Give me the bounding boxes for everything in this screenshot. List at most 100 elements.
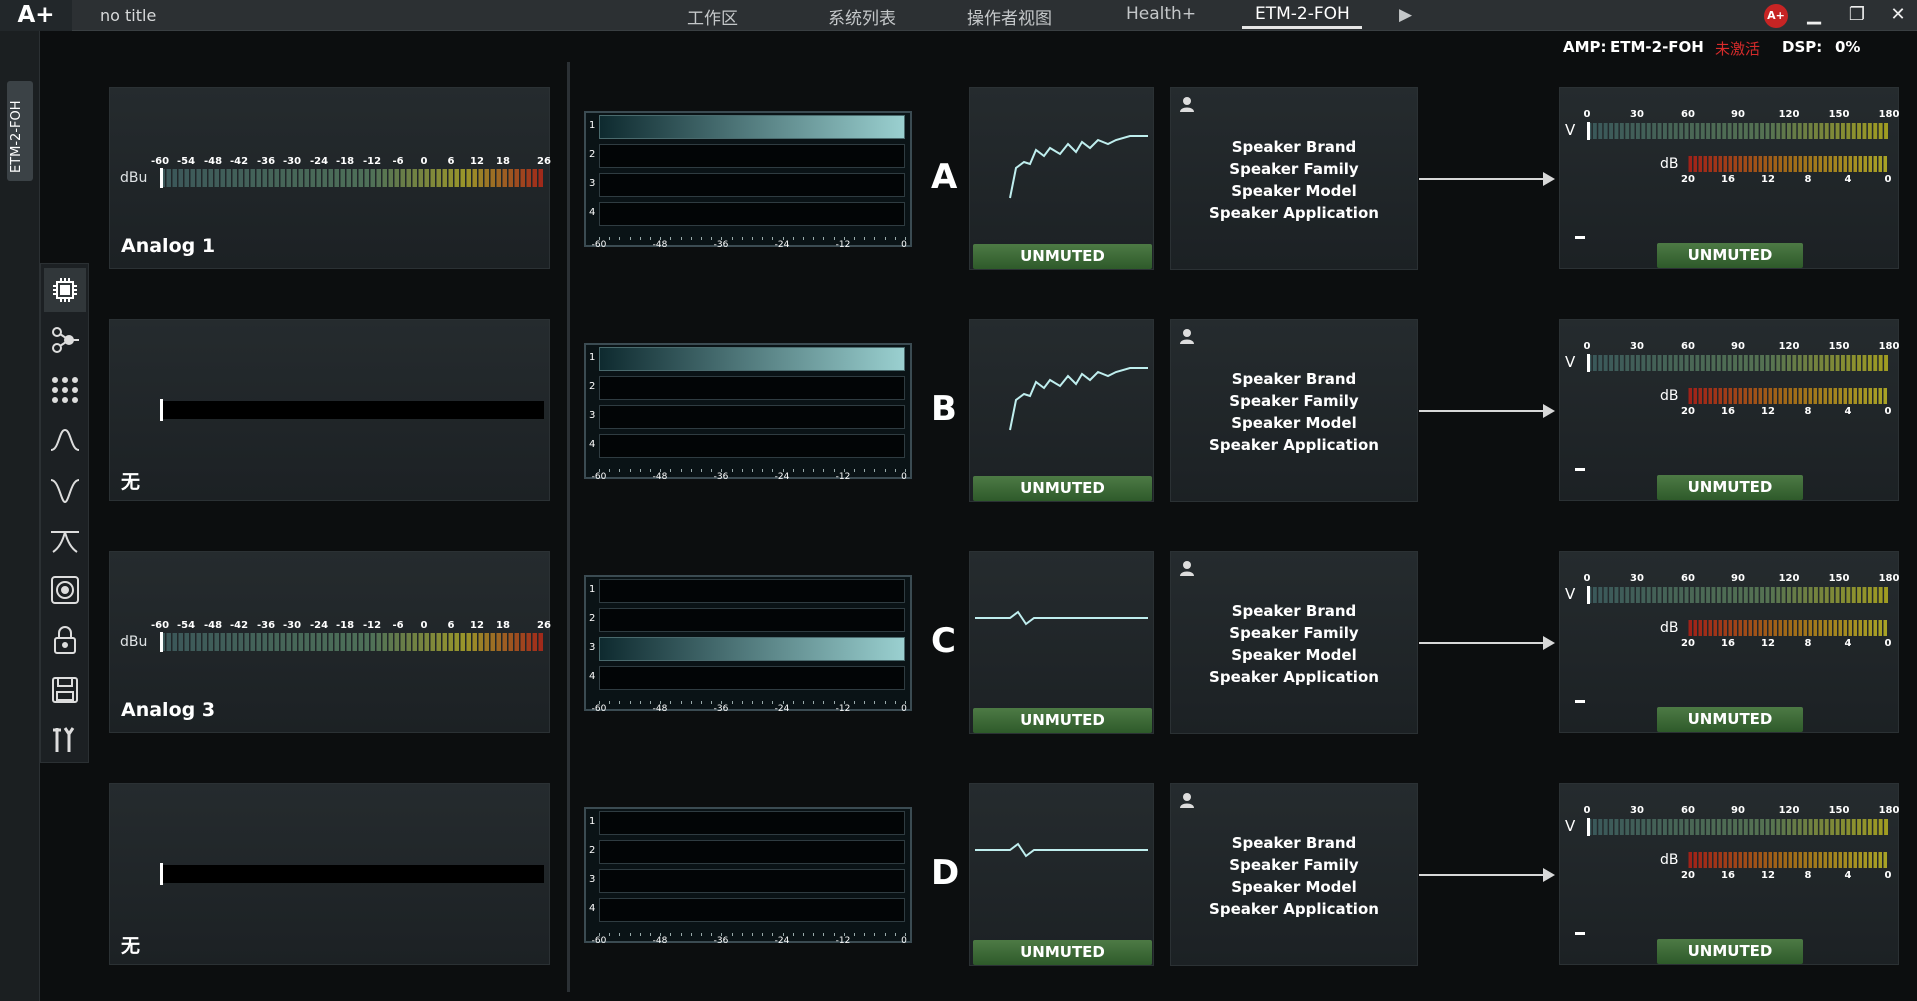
meter-segment (1851, 355, 1856, 371)
meter-segment (250, 169, 255, 187)
matrix-scale-tick (823, 933, 825, 936)
speaker-panel[interactable]: Speaker Brand Speaker Family Speaker Model… (1170, 551, 1418, 734)
routing-matrix[interactable]: 1 2 3 4 -60 -48 -36 -24 -12 0 (584, 343, 912, 482)
matrix-row-4[interactable] (599, 898, 905, 922)
eq-panel[interactable]: UNMUTED (969, 87, 1154, 270)
speaker-panel[interactable]: Speaker Brand Speaker Family Speaker Model… (1170, 319, 1418, 502)
eq-mute-button[interactable]: UNMUTED (973, 940, 1152, 965)
matrix-scale-tick (752, 701, 753, 704)
meter-segment (1828, 852, 1832, 868)
app-window: A+ no title 工作区 系统列表 操作者视图 Health+ ETM-2… (0, 0, 1917, 1001)
meter-segment (340, 633, 345, 651)
routing-matrix[interactable]: 1 2 3 4 -60 -48 -36 -24 -12 0 (584, 575, 912, 714)
input-panel[interactable]: 无 (109, 319, 550, 501)
filter-icon[interactable] (44, 518, 86, 562)
eq-mute-button[interactable]: UNMUTED (973, 476, 1152, 501)
output-mute-button[interactable]: UNMUTED (1657, 243, 1803, 268)
matrix-row-1[interactable] (599, 579, 905, 603)
gain-reduction-meter (1688, 156, 1888, 172)
speaker-icon[interactable] (44, 568, 86, 612)
meter-segment (1614, 123, 1619, 139)
matrix-row-number: 1 (589, 816, 596, 827)
tools-icon[interactable] (44, 718, 86, 762)
close-button[interactable]: ✕ (1883, 2, 1913, 28)
input-panel[interactable]: dBu -60 -54 -48 -42 -36 -30 -24 -18 -12 -6 0 6 12 18 26… (109, 87, 551, 269)
routing-matrix[interactable]: 1 2 3 4 -60 -48 -36 -24 -12 0 (584, 111, 912, 250)
meter-segment (448, 633, 453, 651)
minimize-button[interactable]: ▁ (1799, 2, 1829, 28)
eq-notch-icon[interactable] (44, 468, 86, 512)
meter-segment (1868, 388, 1872, 404)
input-panel[interactable]: 无 (109, 783, 550, 965)
meter-segment (1625, 587, 1630, 603)
meter-segment (418, 633, 423, 651)
meter-segment (1808, 156, 1812, 172)
meter-segment (1778, 852, 1782, 868)
matrix-row-4[interactable] (599, 202, 905, 226)
matrix-row-2[interactable] (599, 376, 905, 400)
meter-segment (1668, 123, 1673, 139)
output-panel[interactable]: V 0 30 60 90 120 150 180 dB 20 16 12 8 4 0 UNMUTED (1559, 87, 1899, 269)
matrix-row-3[interactable] (599, 637, 905, 661)
tab-workspace[interactable]: 工作区 (687, 4, 738, 29)
voltage-tick: 180 (1878, 573, 1900, 584)
matrix-row-4[interactable] (599, 434, 905, 458)
eq-panel[interactable]: UNMUTED (969, 319, 1154, 502)
lock-icon[interactable] (44, 618, 86, 662)
matrix-row-2[interactable] (599, 608, 905, 632)
tab-system-list[interactable]: 系统列表 (828, 4, 896, 29)
matrix-row-3[interactable] (599, 405, 905, 429)
tab-operator-view[interactable]: 操作者视图 (967, 4, 1052, 29)
output-panel[interactable]: V 0 30 60 90 120 150 180 dB 20 16 12 8 4 0 UNMUTED (1559, 783, 1899, 965)
meter-segment (1743, 355, 1748, 371)
meter-segment (1787, 123, 1791, 139)
eq-panel[interactable]: UNMUTED (969, 783, 1154, 966)
meter-segment (1878, 587, 1883, 603)
eq-mute-button[interactable]: UNMUTED (973, 708, 1152, 733)
output-panel[interactable]: V 0 30 60 90 120 150 180 dB 20 16 12 8 4 0 UNMUTED (1559, 319, 1899, 501)
meter-segment (1636, 123, 1640, 139)
app-logo[interactable]: A+ (0, 0, 72, 31)
meter-segment (214, 633, 219, 651)
matrix-row-1[interactable] (599, 811, 905, 835)
meter-segment (1803, 819, 1808, 835)
eq-peak-icon[interactable] (44, 418, 86, 462)
save-icon[interactable] (44, 668, 86, 712)
output-panel[interactable]: V 0 30 60 90 120 150 180 dB 20 16 12 8 4 0 UNMUTED (1559, 551, 1899, 733)
output-mute-button[interactable]: UNMUTED (1657, 707, 1803, 732)
matrix-scale-tick (680, 701, 682, 704)
matrix-row-4[interactable] (599, 666, 905, 690)
voltage-tick: 60 (1681, 109, 1695, 120)
device-tab[interactable]: ETM-2-FOH (7, 81, 33, 181)
meter-segment (1862, 819, 1867, 835)
matrix-row-1[interactable] (599, 115, 905, 139)
input-panel[interactable]: dBu -60 -54 -48 -42 -36 -30 -24 -18 -12 -6 0 6 12 18 26… (109, 551, 551, 733)
routing-icon[interactable] (44, 318, 86, 362)
meter-segment (232, 169, 237, 187)
meter-segment (1598, 819, 1603, 835)
output-mute-button[interactable]: UNMUTED (1657, 939, 1803, 964)
processor-icon[interactable] (44, 268, 86, 312)
meter-segment (1749, 819, 1754, 835)
eq-panel[interactable]: UNMUTED (969, 551, 1154, 734)
tab-health[interactable]: Health+ (1126, 4, 1196, 24)
matrix-row-1[interactable] (599, 347, 905, 371)
grid-icon[interactable] (44, 368, 86, 412)
voltage-meter (1587, 586, 1889, 604)
restore-button[interactable]: ❐ (1842, 2, 1872, 28)
tabs-scroll-right-icon[interactable]: ▶ (1399, 5, 1412, 25)
meter-segment (226, 633, 231, 651)
tab-etm-2-foh[interactable]: ETM-2-FOH (1255, 4, 1350, 24)
matrix-row-2[interactable] (599, 840, 905, 864)
eq-mute-button[interactable]: UNMUTED (973, 244, 1152, 269)
matrix-row-3[interactable] (599, 173, 905, 197)
speaker-panel[interactable]: Speaker Brand Speaker Family Speaker Model… (1170, 87, 1418, 270)
routing-matrix[interactable]: 1 2 3 4 -60 -48 -36 -24 -12 0 (584, 807, 912, 946)
matrix-row-2[interactable] (599, 144, 905, 168)
matrix-row-3[interactable] (599, 869, 905, 893)
output-mute-button[interactable]: UNMUTED (1657, 475, 1803, 500)
speaker-panel[interactable]: Speaker Brand Speaker Family Speaker Model… (1170, 783, 1418, 966)
meter-segment (1797, 355, 1802, 371)
voltage-tick: 30 (1630, 341, 1644, 352)
account-badge[interactable]: A+ (1764, 4, 1788, 28)
